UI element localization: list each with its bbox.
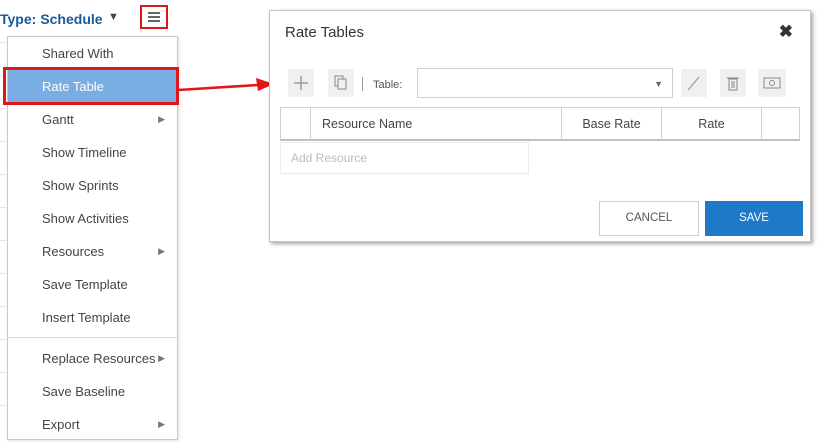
menu-item-show-timeline[interactable]: Show Timeline [8, 136, 177, 169]
hamburger-menu-button[interactable] [140, 5, 168, 29]
grid-header-resource-name[interactable]: Resource Name [310, 108, 561, 140]
copy-table-button[interactable] [328, 69, 354, 97]
background-gridline [0, 339, 6, 340]
menu-item-export[interactable]: Export ▶ [8, 408, 177, 441]
menu-item-show-sprints[interactable]: Show Sprints [8, 169, 177, 202]
grid-header-base-rate[interactable]: Base Rate [561, 108, 661, 140]
menu-item-show-activities[interactable]: Show Activities [8, 202, 177, 235]
money-icon [763, 77, 781, 89]
pencil-icon [687, 76, 700, 91]
background-gridline [0, 174, 6, 175]
menu-divider [8, 337, 177, 338]
edit-table-button[interactable] [681, 69, 707, 97]
menu-item-gantt[interactable]: Gantt ▶ [8, 103, 177, 136]
menu-item-label: Replace Resources [42, 351, 156, 366]
dialog-title: Rate Tables [285, 24, 364, 41]
background-gridline [0, 372, 6, 373]
hamburger-icon [148, 12, 160, 22]
type-label: Type: [0, 11, 37, 27]
menu-item-label: Export [42, 417, 80, 432]
rate-grid: Resource Name Base Rate Rate [280, 107, 800, 141]
grid-header-rate[interactable]: Rate [661, 108, 761, 140]
cancel-button[interactable]: CANCEL [599, 201, 699, 236]
menu-item-label: Rate Table [42, 79, 104, 94]
menu-item-label: Show Timeline [42, 145, 127, 160]
table-select[interactable]: ▼ [417, 68, 673, 98]
grid-header-select[interactable] [281, 108, 310, 140]
chevron-down-icon[interactable]: ▼ [108, 11, 119, 23]
menu-item-replace-resources[interactable]: Replace Resources ▶ [8, 342, 177, 375]
save-button[interactable]: SAVE [705, 201, 803, 236]
background-gridline [0, 75, 6, 76]
chevron-down-icon: ▼ [654, 79, 663, 89]
menu-item-label: Save Baseline [42, 384, 126, 399]
menu-item-shared-with[interactable]: Shared With [8, 37, 177, 70]
rate-money-button[interactable] [758, 69, 786, 97]
submenu-arrow-icon: ▶ [158, 353, 165, 363]
background-gridline [0, 42, 6, 43]
menu-item-label: Resources [42, 244, 105, 259]
submenu-arrow-icon: ▶ [158, 419, 165, 429]
menu-item-label: Shared With [42, 46, 114, 61]
menu-item-label: Save Template [42, 277, 128, 292]
grid-header-actions [761, 108, 799, 140]
background-gridline [0, 240, 6, 241]
background-gridline [0, 141, 6, 142]
copy-icon [334, 75, 347, 90]
background-gridline [0, 273, 6, 274]
add-resource-input[interactable]: Add Resource [280, 142, 529, 174]
background-gridline [0, 405, 6, 406]
add-table-button[interactable] [288, 69, 314, 97]
background-gridline [0, 207, 6, 208]
rate-tables-dialog: Rate Tables ✖ Table: ▼ Resource Name Bas… [269, 10, 811, 242]
type-value: Schedule [40, 11, 103, 27]
delete-table-button[interactable] [720, 69, 746, 97]
close-icon[interactable]: ✖ [779, 22, 793, 42]
menu-item-rate-table[interactable]: Rate Table [8, 70, 177, 103]
menu-item-label: Show Activities [42, 211, 129, 226]
connector-arrow [178, 78, 274, 92]
options-menu: Shared With Rate Table Gantt ▶ Show Timel… [7, 36, 178, 440]
submenu-arrow-icon: ▶ [158, 114, 165, 124]
type-selector[interactable]: Type: Schedule [0, 11, 103, 27]
menu-item-label: Show Sprints [42, 178, 119, 193]
table-label: Table: [373, 79, 403, 91]
trash-icon [727, 77, 739, 91]
background-gridline [0, 108, 6, 109]
menu-item-insert-template[interactable]: Insert Template [8, 301, 177, 334]
menu-item-save-baseline[interactable]: Save Baseline [8, 375, 177, 408]
menu-item-label: Gantt [42, 112, 74, 127]
plus-icon [294, 76, 308, 90]
toolbar-divider [362, 77, 363, 91]
background-gridline [0, 306, 6, 307]
menu-item-save-template[interactable]: Save Template [8, 268, 177, 301]
submenu-arrow-icon: ▶ [158, 246, 165, 256]
menu-item-label: Insert Template [42, 310, 131, 325]
menu-item-resources[interactable]: Resources ▶ [8, 235, 177, 268]
